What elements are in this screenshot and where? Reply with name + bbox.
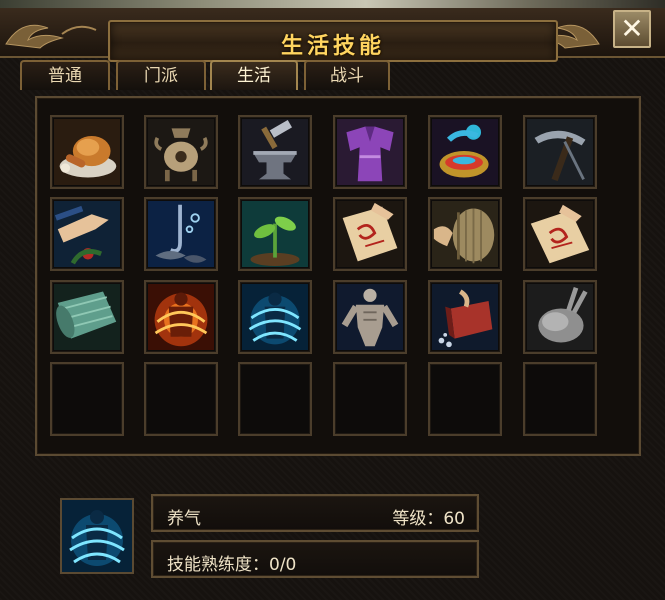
cloth-bolt-icon (54, 284, 120, 350)
seedling-icon (242, 201, 308, 267)
skill-slot-talisman[interactable] (333, 197, 407, 271)
empty-skill-slot[interactable] (523, 362, 597, 436)
empty-skill-slot[interactable] (428, 362, 502, 436)
red-box-icon (432, 284, 498, 350)
ornament-left-icon (5, 24, 97, 49)
anvil-hammer-icon (242, 119, 308, 185)
skill-proficiency: 技能熟练度：0/0 (167, 555, 297, 575)
skill-name: 养气 (167, 509, 201, 529)
fire-aura-icon (148, 284, 214, 350)
skill-slot-poultry[interactable] (523, 280, 597, 354)
close-button[interactable]: ✕ (613, 10, 651, 48)
skill-slot-tea[interactable] (428, 115, 502, 189)
tab-life[interactable]: 生活 (210, 60, 298, 90)
empty-skill-slot[interactable] (238, 362, 312, 436)
scroll-red-seal-icon (527, 201, 593, 267)
scroll-writing-icon (337, 201, 403, 267)
skill-slot-tailoring[interactable] (333, 115, 407, 189)
skill-slot-farming[interactable] (238, 197, 312, 271)
selected-skill-icon (60, 498, 134, 574)
tab-general[interactable]: 普通 (20, 60, 110, 90)
incense-burner-icon (148, 119, 214, 185)
fishing-icon (148, 201, 214, 267)
window-title: 生活技能 (280, 33, 385, 59)
proficiency-box: 技能熟练度：0/0 (151, 540, 479, 578)
skill-slot-herbalism[interactable] (50, 197, 124, 271)
herb-picking-icon (54, 201, 120, 267)
tab-sect[interactable]: 门派 (116, 60, 206, 90)
muscle-body-icon (337, 284, 403, 350)
skill-level: 等级：60 (392, 509, 465, 529)
skill-slot-fire-aura[interactable] (144, 280, 218, 354)
teapot-icon (432, 119, 498, 185)
skill-slot-weaving[interactable] (50, 280, 124, 354)
blue-aura-icon (62, 500, 132, 572)
pickaxe-icon (527, 119, 593, 185)
skill-slot-mining[interactable] (523, 115, 597, 189)
skill-slot-cooking[interactable] (50, 115, 124, 189)
skill-slot-fishing[interactable] (144, 197, 218, 271)
title-plate: 生活技能 (108, 20, 558, 62)
empty-skill-slot[interactable] (144, 362, 218, 436)
blue-aura-icon (242, 284, 308, 350)
skill-slot-body-training[interactable] (333, 280, 407, 354)
close-icon: ✕ (620, 12, 644, 45)
skill-slot-gift-box[interactable] (428, 280, 502, 354)
window-header: 生活技能 (0, 8, 665, 62)
skill-slot-alchemy[interactable] (144, 115, 218, 189)
grindstone-icon (432, 201, 498, 267)
empty-skill-slot[interactable] (333, 362, 407, 436)
tab-combat[interactable]: 战斗 (304, 60, 390, 90)
roast-chicken-icon (54, 119, 120, 185)
empty-skill-slot[interactable] (50, 362, 124, 436)
purple-robe-icon (337, 119, 403, 185)
skill-slot-smithing[interactable] (238, 115, 312, 189)
life-skills-window: 生活技能 ✕ 普通 门派 生活 战斗 养气 等级：60 技能熟练度：0/0 (0, 0, 665, 600)
skill-slot-seal-scroll[interactable] (523, 197, 597, 271)
skill-slot-qi-cultivation[interactable] (238, 280, 312, 354)
skill-slot-grinding[interactable] (428, 197, 502, 271)
skill-info-box: 养气 等级：60 (151, 494, 479, 532)
plucked-chicken-icon (527, 284, 593, 350)
